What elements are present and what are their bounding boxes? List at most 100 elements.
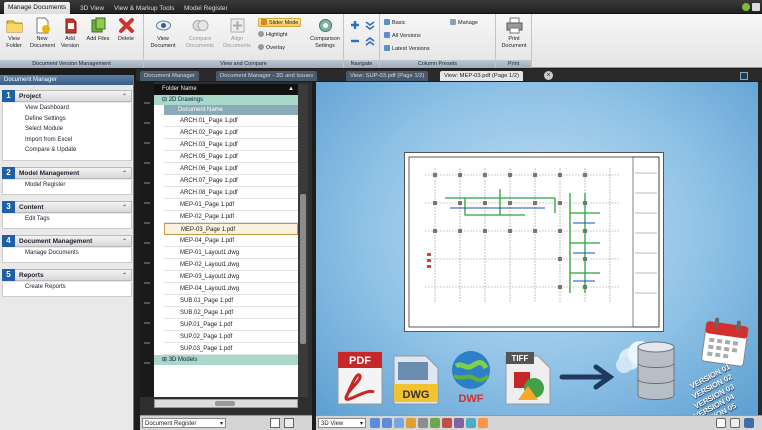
align-documents-button[interactable]: Align Documents: [222, 17, 252, 49]
view-document-button[interactable]: View Document: [148, 17, 178, 49]
file-row[interactable]: MEP-04_Layout1.dwg: [164, 283, 298, 295]
link-manage-documents[interactable]: Manage Documents: [3, 248, 131, 259]
file-row[interactable]: MEP-04_Page 1.pdf: [164, 235, 298, 247]
add-version-button[interactable]: Add Version: [58, 17, 82, 49]
sort-icon[interactable]: ▲: [288, 84, 294, 95]
tab-document-manager[interactable]: Document Manager: [140, 71, 199, 81]
add-files-button[interactable]: Add Files: [86, 17, 110, 43]
maximize-icon[interactable]: [740, 72, 748, 80]
link-compare-update[interactable]: Compare & Update: [3, 145, 131, 156]
overlay-toggle[interactable]: Overlay: [258, 44, 285, 53]
collapse-icon[interactable]: ⌃: [122, 270, 127, 282]
help-icon[interactable]: [752, 3, 760, 11]
manage-presets-button[interactable]: Manage: [450, 19, 478, 28]
collapse-icon[interactable]: ⌃: [122, 236, 127, 248]
tab-view-mep-03[interactable]: View: MEP-03.pdf (Page 1/2): [440, 71, 523, 81]
zoom-out-icon[interactable]: [382, 418, 392, 428]
zoom-in-icon[interactable]: [370, 418, 380, 428]
tree-column-header[interactable]: Folder Name ▲: [154, 84, 298, 95]
document-name-column-header[interactable]: Document Name: [164, 105, 298, 115]
scroll-thumb[interactable]: [215, 401, 235, 406]
layers-icon[interactable]: [454, 418, 464, 428]
section-model-management-header[interactable]: 2 Model Management ⌃: [2, 167, 132, 179]
register-select[interactable]: Document Register ▾: [142, 418, 226, 428]
select-icon[interactable]: [466, 418, 476, 428]
list-view-icon[interactable]: [730, 418, 740, 428]
file-row[interactable]: ARCH.07_Page 1.pdf: [164, 175, 298, 187]
rotate-icon[interactable]: [442, 418, 452, 428]
file-row[interactable]: ARCH.03_Page 1.pdf: [164, 139, 298, 151]
print-document-button[interactable]: Print Document: [501, 17, 527, 49]
folder-3d-models[interactable]: ⊞ 3D Models: [154, 355, 298, 365]
file-row[interactable]: MEP-03_Page 1.pdf: [164, 223, 298, 235]
file-row[interactable]: ARCH.06_Page 1.pdf: [164, 163, 298, 175]
drawing-sheet[interactable]: [404, 152, 664, 332]
link-define-settings[interactable]: Define Settings: [3, 114, 131, 125]
markup-icon[interactable]: [406, 418, 416, 428]
file-row[interactable]: SUP.01_Page 1.pdf: [164, 319, 298, 331]
view-mode-select[interactable]: 3D View ▾: [318, 418, 366, 428]
file-row[interactable]: MEP-01_Page 1.pdf: [164, 199, 298, 211]
compare-documents-button[interactable]: Compare Documents: [184, 17, 216, 49]
section-project-header[interactable]: 1 Project ⌃: [2, 90, 132, 102]
slider-mode-toggle[interactable]: Slider Mode: [258, 18, 302, 27]
horizontal-scrollbar[interactable]: [154, 399, 298, 408]
file-row[interactable]: ARCH.02_Page 1.pdf: [164, 127, 298, 139]
tab-view-sup-03[interactable]: View: SUP-03.pdf (Page 1/2): [346, 71, 429, 81]
section-reports-header[interactable]: 5 Reports ⌃: [2, 269, 132, 281]
file-row[interactable]: MEP-02_Page 1.pdf: [164, 211, 298, 223]
add-icon[interactable]: [350, 20, 360, 30]
preset-basic[interactable]: Basic: [384, 19, 405, 28]
measure-icon[interactable]: [418, 418, 428, 428]
file-row[interactable]: ARCH.05_Page 1.pdf: [164, 151, 298, 163]
highlight-icon[interactable]: [478, 418, 488, 428]
collapse-icon[interactable]: ⌃: [122, 202, 127, 214]
list-view-icon[interactable]: [284, 418, 294, 428]
collapse-icon[interactable]: ⌃: [122, 91, 127, 103]
collapse-icon[interactable]: ⌃: [122, 168, 127, 180]
link-view-dashboard[interactable]: View Dashboard: [3, 103, 131, 114]
tab-document-manager-3d[interactable]: Document Manager - 3D and Issues: [216, 71, 318, 81]
tab-model-register[interactable]: Model Register: [180, 3, 232, 14]
section-number: 4: [2, 235, 15, 247]
preset-latest-versions[interactable]: Latest Versions: [384, 45, 430, 54]
section-content-header[interactable]: 3 Content ⌃: [2, 201, 132, 213]
tab-view-markup-tools[interactable]: View & Markup Tools: [110, 3, 178, 14]
comparison-settings-button[interactable]: Comparison Settings: [308, 17, 342, 49]
tab-3d-view[interactable]: 3D View: [76, 3, 108, 14]
link-select-module[interactable]: Select Module: [3, 124, 131, 135]
file-row[interactable]: SUB.02_Page 1.pdf: [164, 307, 298, 319]
tab-manage-documents[interactable]: Manage Documents: [4, 2, 71, 14]
link-import-from-excel[interactable]: Import from Excel: [3, 135, 131, 146]
fullscreen-icon[interactable]: [744, 418, 754, 428]
link-edit-tags[interactable]: Edit Tags: [3, 214, 131, 225]
grid-view-icon[interactable]: [270, 418, 280, 428]
file-row[interactable]: SUB.01_Page 1.pdf: [164, 295, 298, 307]
view-folder-button[interactable]: View Folder: [2, 17, 26, 49]
document-viewer[interactable]: PDF DWG DWF TIFF VERSION 01 VERSION 02 V…: [316, 82, 758, 415]
folder-2d-drawings[interactable]: ⊟ 2D Drawings: [154, 95, 298, 105]
file-row[interactable]: MEP-01_Layout1.dwg: [164, 247, 298, 259]
scroll-thumb[interactable]: [300, 194, 306, 344]
file-row[interactable]: SUP.03_Page 1.pdf: [164, 343, 298, 355]
file-row[interactable]: MEP-03_Layout1.dwg: [164, 271, 298, 283]
file-row[interactable]: ARCH.08_Page 1.pdf: [164, 187, 298, 199]
file-row[interactable]: MEP-02_Layout1.dwg: [164, 259, 298, 271]
grid-view-icon[interactable]: [716, 418, 726, 428]
highlight-toggle[interactable]: Highlight: [258, 31, 287, 40]
link-model-register[interactable]: Model Register: [3, 180, 131, 191]
vertical-scrollbar[interactable]: [298, 84, 308, 397]
expand-all-icon[interactable]: [365, 36, 375, 46]
section-document-management-header[interactable]: 4 Document Management ⌃: [2, 235, 132, 247]
preset-all-versions[interactable]: All Versions: [384, 32, 421, 41]
delete-button[interactable]: Delete: [114, 17, 138, 43]
new-document-button[interactable]: New Document: [30, 17, 55, 49]
close-tab-icon[interactable]: ×: [544, 71, 553, 80]
collapse-all-icon[interactable]: [365, 20, 375, 30]
link-create-reports[interactable]: Create Reports: [3, 282, 131, 293]
file-row[interactable]: SUP.02_Page 1.pdf: [164, 331, 298, 343]
pan-icon[interactable]: [394, 418, 404, 428]
file-row[interactable]: ARCH.01_Page 1.pdf: [164, 115, 298, 127]
remove-icon[interactable]: [350, 36, 360, 46]
fit-page-icon[interactable]: [430, 418, 440, 428]
